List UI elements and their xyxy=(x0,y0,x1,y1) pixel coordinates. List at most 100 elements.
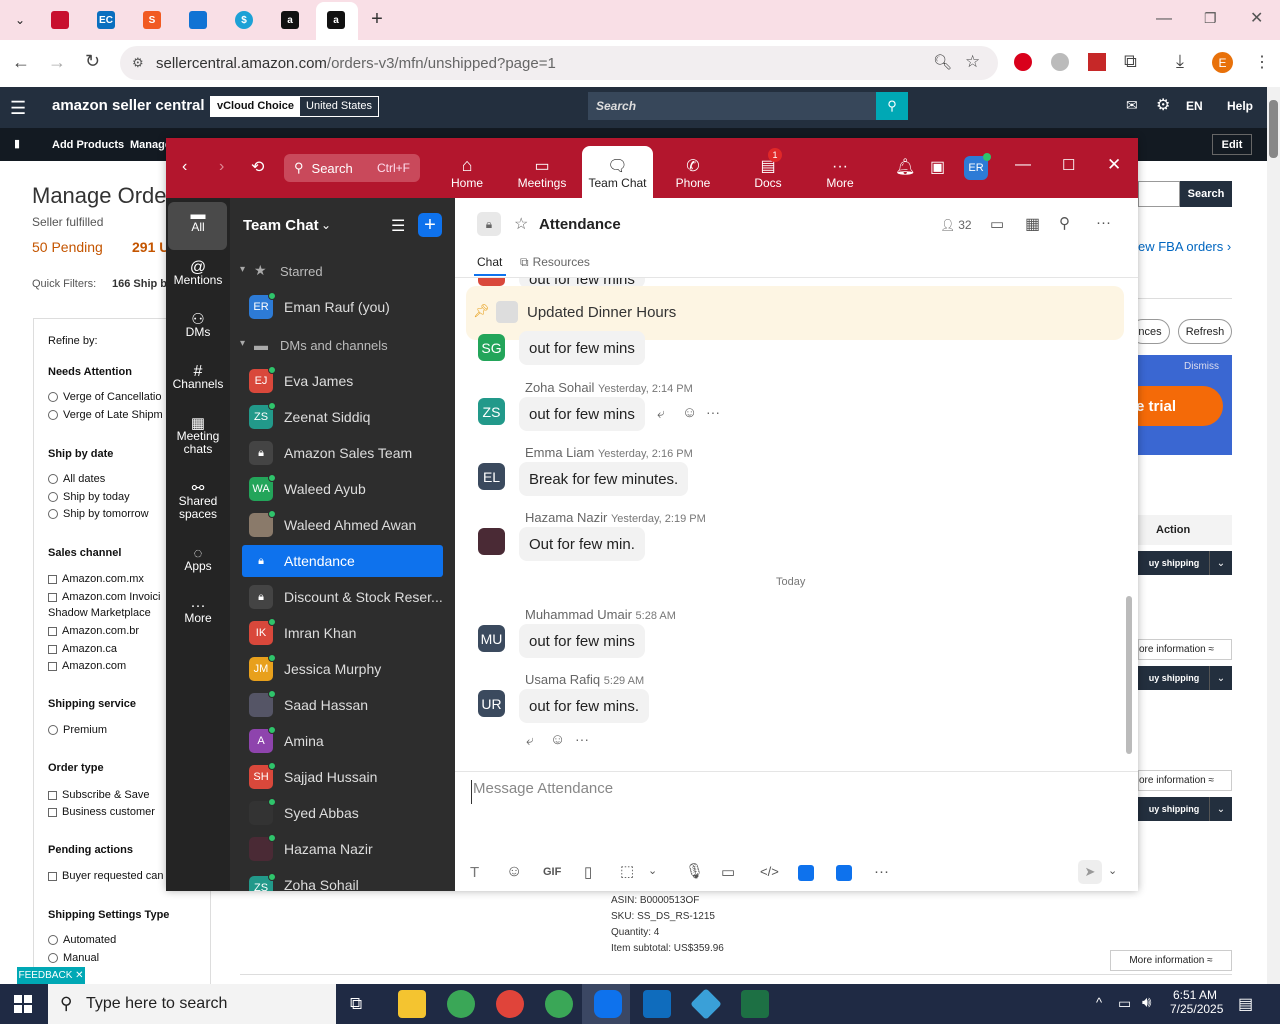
avatar[interactable]: SG xyxy=(478,334,505,361)
chrome-profile-icon[interactable] xyxy=(545,990,573,1018)
format-text-icon[interactable]: T xyxy=(470,864,479,881)
taskbar-clock[interactable]: 6:51 AM 7/25/2025 xyxy=(1170,988,1223,1016)
left-nav-meeting-chats[interactable]: ▦ Meeting chats xyxy=(168,416,228,456)
chevron-down-icon[interactable]: ⌄ xyxy=(648,864,657,877)
video-camera-icon[interactable]: ▭ xyxy=(990,215,1004,233)
filter-option[interactable]: Ship by tomorrow xyxy=(48,508,149,520)
profile-avatar[interactable]: E xyxy=(1212,52,1233,73)
more-dots-icon[interactable]: ··· xyxy=(1096,214,1111,231)
filter-option[interactable]: Amazon.com.br xyxy=(48,625,139,637)
back-arrow-icon[interactable]: ‹ xyxy=(182,158,187,176)
bookmark-icon[interactable]: ▮ xyxy=(14,137,20,150)
filter-option[interactable]: Ship by today xyxy=(48,491,130,503)
back-icon[interactable]: ← xyxy=(12,52,30,73)
windows-start-icon[interactable] xyxy=(14,995,32,1013)
page-scrollbar[interactable] xyxy=(1267,87,1280,984)
reload-icon[interactable]: ↻ xyxy=(85,51,100,72)
nav-more[interactable]: ··· More xyxy=(820,148,860,194)
filter-option[interactable]: Manual xyxy=(48,952,99,964)
star-outline-icon[interactable]: ☆ xyxy=(514,214,528,234)
video-message-icon[interactable]: ▭ xyxy=(721,863,735,881)
chat-list-item[interactable]: Hazama Nazir xyxy=(242,833,443,865)
settings-gear-icon[interactable]: ⚙ xyxy=(1156,95,1170,115)
add-reaction-icon[interactable]: ☺ xyxy=(550,731,565,748)
filter-option[interactable]: Verge of Cancellatio xyxy=(48,391,161,403)
reply-thread-icon[interactable]: ⤶ xyxy=(526,732,534,749)
chat-list-item[interactable]: Saad Hassan xyxy=(242,689,443,721)
chat-list-item[interactable]: EJ Eva James xyxy=(242,365,443,397)
hamburger-menu-icon[interactable]: ☰ xyxy=(10,98,26,119)
avatar[interactable]: UR xyxy=(478,690,505,717)
message-composer-input[interactable]: Message Attendance xyxy=(471,780,1111,804)
filter-option[interactable]: Buyer requested can xyxy=(48,870,164,882)
chat-list-item[interactable]: Waleed Ahmed Awan xyxy=(242,509,443,541)
filter-option[interactable]: Premium xyxy=(48,724,107,736)
chat-list-item[interactable]: Syed Abbas xyxy=(242,797,443,829)
notifications-icon[interactable]: ▤ xyxy=(1238,994,1253,1014)
browser-tab[interactable]: S xyxy=(130,6,174,34)
seller-search-input[interactable]: Search xyxy=(588,92,876,120)
chat-list-item[interactable]: ZS Zeenat Siddiq xyxy=(242,401,443,433)
tab-resources[interactable]: ⧉ Resources xyxy=(520,255,590,270)
zoom-search-input[interactable]: ⚲ Search Ctrl+F xyxy=(284,154,420,182)
avatar[interactable] xyxy=(478,528,505,555)
zoom-minimize-icon[interactable]: — xyxy=(1015,156,1031,174)
nav-home[interactable]: ⌂ Home xyxy=(446,148,488,194)
close-icon[interactable]: ✕ xyxy=(1250,8,1263,28)
gif-icon[interactable]: GIF xyxy=(543,866,561,878)
sender-name[interactable]: Hazama Nazir xyxy=(525,510,607,525)
chat-list-item[interactable]: ZS Zoha Sohail xyxy=(242,869,443,891)
left-nav-all[interactable]: ▬ All xyxy=(168,207,228,234)
chrome-icon[interactable] xyxy=(447,990,475,1018)
browser-tab[interactable]: EC xyxy=(84,6,128,34)
tab-list-chevron-icon[interactable]: ⌄ xyxy=(8,8,32,32)
filter-option[interactable]: Amazon.com xyxy=(48,660,126,672)
url-bar[interactable]: sellercentral.amazon.com/orders-v3/mfn/u… xyxy=(120,46,998,80)
new-tab-icon[interactable]: + xyxy=(366,8,388,32)
more-dots-icon[interactable]: ··· xyxy=(575,731,589,747)
new-chat-button[interactable]: + xyxy=(418,213,442,237)
browser-tab[interactable] xyxy=(176,6,220,34)
extension-icon[interactable] xyxy=(1014,53,1032,71)
outlook-icon[interactable] xyxy=(643,990,671,1018)
whiteboard-icon[interactable]: ▣ xyxy=(930,157,945,177)
left-nav-dms[interactable]: ⚇ DMs xyxy=(168,312,228,339)
page-scrollbar-thumb[interactable] xyxy=(1269,100,1278,158)
download-icon[interactable]: ⤓ xyxy=(1176,51,1184,72)
screenshot-icon[interactable]: ⬚ xyxy=(620,862,634,880)
browser-tab[interactable]: a xyxy=(268,6,312,34)
browser-tab[interactable]: $ xyxy=(222,6,266,34)
chevron-down-icon[interactable]: ⌄ xyxy=(1209,797,1232,821)
avatar[interactable]: EL xyxy=(478,463,505,490)
channel-title[interactable]: Attendance xyxy=(539,216,621,233)
buy-shipping-button[interactable]: uy shipping xyxy=(1138,551,1210,575)
chat-list-item[interactable]: 🔒︎ Amazon Sales Team xyxy=(242,437,443,469)
dms-channels-section-label[interactable]: DMs and channels xyxy=(280,338,388,353)
more-information-button[interactable]: ore information ≈ xyxy=(1138,639,1232,660)
starred-section-label[interactable]: Starred xyxy=(280,264,323,279)
member-count[interactable]: 👤︎ 32 xyxy=(940,218,972,232)
network-icon[interactable]: ▭ xyxy=(1118,995,1131,1012)
avatar[interactable]: MU xyxy=(478,625,505,652)
buy-shipping-button[interactable]: uy shipping xyxy=(1138,797,1210,821)
promo-dismiss[interactable]: Dismiss xyxy=(1184,361,1219,372)
buy-shipping-button[interactable]: uy shipping xyxy=(1138,666,1210,690)
filter-option[interactable]: Amazon.com.mx xyxy=(48,573,144,585)
forward-icon[interactable]: → xyxy=(48,52,66,73)
app-icon[interactable] xyxy=(836,865,852,881)
order-search-button[interactable]: Search xyxy=(1180,181,1232,207)
browser-tab[interactable] xyxy=(38,6,82,34)
sender-name[interactable]: Zoha Sohail xyxy=(525,380,594,395)
zoom-close-icon[interactable]: ✕ xyxy=(1107,155,1121,175)
chat-list-item[interactable]: WA Waleed Ayub xyxy=(242,473,443,505)
more-information-button[interactable]: More information ≈ xyxy=(1110,950,1232,971)
left-nav-apps[interactable]: ◌ Apps xyxy=(168,546,228,573)
filter-option[interactable]: All dates xyxy=(48,473,105,485)
mail-icon[interactable]: ✉ xyxy=(1126,97,1138,114)
filter-option[interactable]: Automated xyxy=(48,934,116,946)
bookmark-star-icon[interactable]: ☆ xyxy=(965,52,980,72)
sender-name[interactable]: Muhammad Umair xyxy=(525,607,632,622)
restore-icon[interactable]: ❐ xyxy=(1204,10,1217,27)
nav-team-chat[interactable]: 🗨︎ Team Chat xyxy=(584,148,651,194)
chat-list-item[interactable]: A Amina xyxy=(242,725,443,757)
